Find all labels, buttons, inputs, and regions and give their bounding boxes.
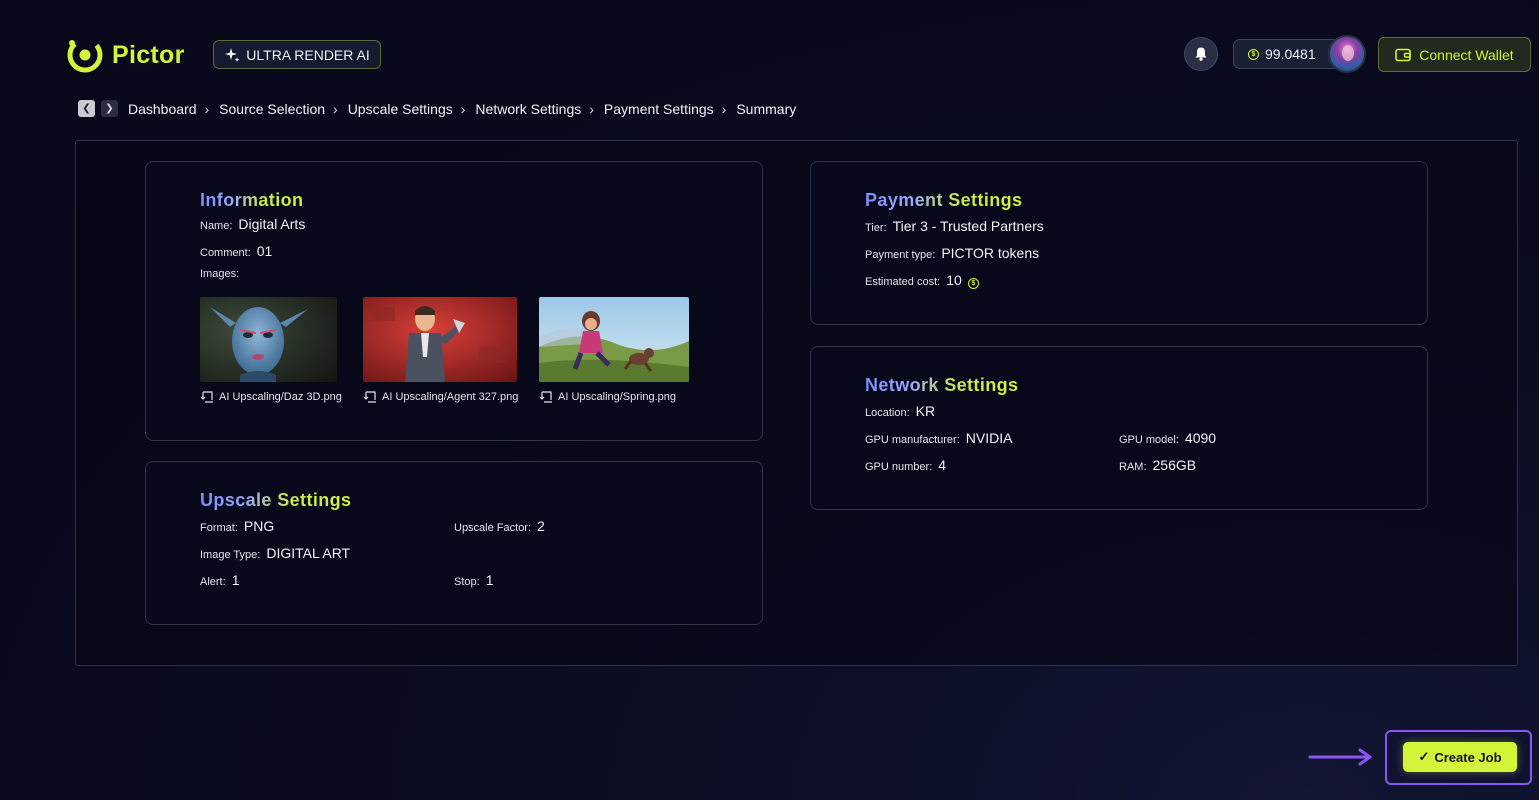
chevron-right-icon: › [589, 100, 594, 117]
image-thumbnail-daz-3d[interactable] [200, 297, 337, 382]
info-comment-label: Comment: [200, 247, 251, 259]
chevron-right-icon: ❯ [105, 103, 114, 114]
replace-image-icon[interactable] [200, 390, 216, 404]
payment-tier-field: Tier: Tier 3 - Trusted Partners [865, 218, 1044, 234]
image-caption-daz-3d: AI Upscaling/Daz 3D.png [200, 390, 342, 404]
payment-settings-title: Payment Settings [865, 190, 1023, 210]
breadcrumb-summary[interactable]: Summary [736, 101, 796, 117]
network-settings-card: Network Settings Location: KR GPU manufa… [810, 346, 1428, 510]
upscale-format-field: Format: PNG [200, 518, 275, 534]
info-name-field: Name: Digital Arts [200, 216, 305, 232]
upscale-stop-field: Stop: 1 [454, 572, 494, 588]
back-button[interactable]: ❮ [78, 100, 95, 117]
pictor-logo-icon [67, 37, 103, 73]
token-balance-value: 99.0481 [1265, 46, 1316, 62]
replace-image-icon[interactable] [363, 390, 379, 404]
connect-wallet-button[interactable]: Connect Wallet [1378, 37, 1531, 72]
ultra-render-ai-label: ULTRA RENDER AI [246, 46, 370, 63]
pictor-coin-icon: $ [967, 278, 979, 289]
chevron-right-icon: › [721, 100, 727, 117]
agent-327-preview [363, 297, 517, 382]
create-job-button[interactable]: ✓ Create Job [1403, 742, 1517, 772]
breadcrumb: ❮ ❯ Dashboard › Source Selection › Upscale… [78, 100, 796, 117]
network-gpu-manufacturer-field: GPU manufacturer: NVIDIA [865, 430, 1013, 446]
chevron-right-icon: › [333, 100, 338, 117]
spring-preview [539, 297, 689, 382]
connect-wallet-label: Connect Wallet [1419, 46, 1514, 63]
daz-3d-preview [200, 297, 337, 382]
breadcrumb-payment-settings[interactable]: Payment Settings [604, 101, 714, 117]
chevron-left-icon: ❮ [82, 103, 91, 114]
network-gpu-number-field: GPU number: 4 [865, 457, 947, 473]
payment-tier-value: Tier 3 - Trusted Partners [892, 218, 1044, 234]
image-thumbnail-agent-327[interactable] [363, 297, 517, 382]
info-images-field: Images: [200, 268, 239, 280]
replace-image-icon[interactable] [539, 390, 555, 404]
upscale-image-type-value: DIGITAL ART [266, 545, 351, 561]
chevron-right-icon: › [460, 100, 466, 117]
information-card: Information Name: Digital Arts Comment: … [145, 161, 763, 441]
network-ram-field: RAM: 256GB [1119, 457, 1197, 473]
forward-button[interactable]: ❯ [101, 100, 118, 117]
wallet-icon [1395, 48, 1412, 61]
upscale-stop-value: 1 [485, 572, 494, 588]
payment-cost-field: Estimated cost: 10 $ [865, 272, 979, 289]
chevron-right-icon: › [204, 100, 210, 117]
bell-icon [1195, 47, 1207, 61]
network-gpu-manufacturer-value: NVIDIA [965, 430, 1013, 446]
image-caption-spring: AI Upscaling/Spring.png [539, 390, 676, 404]
payment-type-field: Payment type: PICTOR tokens [865, 245, 1040, 261]
upscale-image-type-field: Image Type: DIGITAL ART [200, 545, 351, 561]
image-thumbnail-spring[interactable] [539, 297, 689, 382]
network-gpu-model-value: 4090 [1184, 430, 1217, 446]
breadcrumb-network-settings[interactable]: Network Settings [475, 101, 581, 117]
pictor-logo[interactable]: Pictor [66, 36, 185, 74]
upscale-settings-title: Upscale Settings [200, 490, 352, 510]
check-icon: ✓ [1418, 749, 1430, 764]
upscale-factor-value: 2 [537, 518, 545, 534]
sparkle-icon [225, 47, 240, 62]
network-gpu-model-field: GPU model: 4090 [1119, 430, 1217, 446]
info-images-label: Images: [200, 268, 240, 280]
info-name-label: Name: [200, 220, 233, 232]
payment-cost-value: 10 [946, 272, 962, 288]
brand-name: Pictor [112, 40, 185, 69]
user-avatar[interactable] [1328, 35, 1366, 73]
network-ram-value: 256GB [1152, 457, 1197, 473]
payment-settings-card: Payment Settings Tier: Tier 3 - Trusted … [810, 161, 1428, 325]
upscale-factor-field: Upscale Factor: 2 [454, 518, 545, 534]
upscale-alert-field: Alert: 1 [200, 572, 240, 588]
ultra-render-ai-badge[interactable]: ULTRA RENDER AI [213, 40, 381, 69]
breadcrumb-dashboard[interactable]: Dashboard [128, 101, 197, 117]
network-location-value: KR [915, 403, 936, 419]
breadcrumb-upscale-settings[interactable]: Upscale Settings [348, 101, 453, 117]
info-comment-value: 01 [256, 243, 273, 259]
network-location-field: Location: KR [865, 403, 936, 419]
network-settings-title: Network Settings [865, 375, 1019, 395]
upscale-alert-value: 1 [231, 572, 240, 588]
summary-panel: Information Name: Digital Arts Comment: … [75, 140, 1518, 666]
upscale-format-value: PNG [243, 518, 275, 534]
upscale-settings-card: Upscale Settings Format: PNG Upscale Fac… [145, 461, 763, 625]
information-title: Information [200, 190, 304, 210]
pictor-coin-icon: $ [1248, 48, 1259, 60]
info-comment-field: Comment: 01 [200, 243, 272, 259]
payment-type-value: PICTOR tokens [941, 245, 1040, 261]
arrow-right-icon [1308, 748, 1372, 766]
image-caption-agent-327: AI Upscaling/Agent 327.png [363, 390, 518, 404]
network-gpu-number-value: 4 [938, 457, 947, 473]
breadcrumb-source-selection[interactable]: Source Selection [219, 101, 325, 117]
create-job-label: Create Job [1434, 749, 1502, 765]
notifications-button[interactable] [1184, 37, 1218, 71]
info-name-value: Digital Arts [238, 216, 306, 232]
